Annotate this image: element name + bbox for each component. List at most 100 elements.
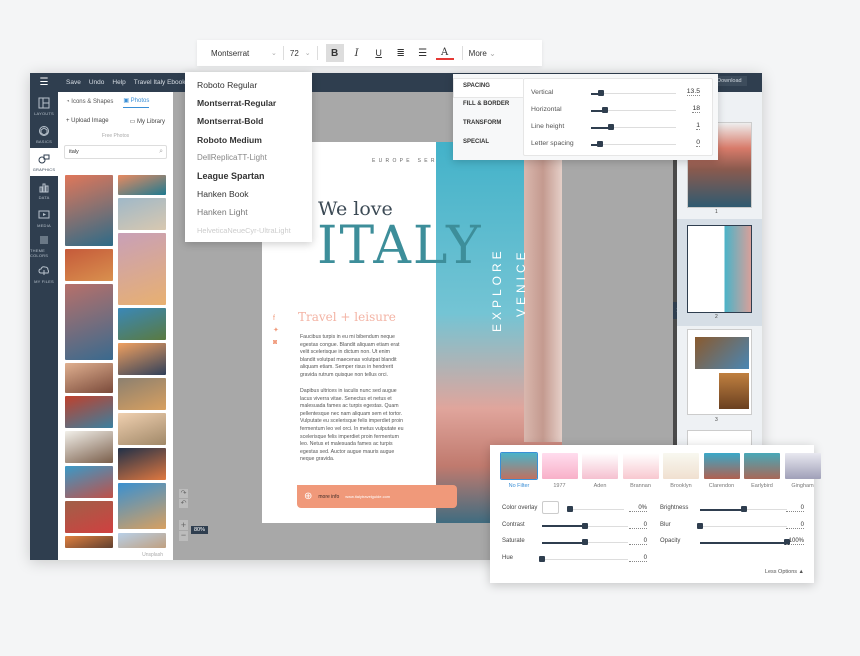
italy-title[interactable]: ITALY [317,220,482,272]
spacing-value[interactable]: 13.5 [686,88,700,96]
spacing-value[interactable]: 18 [692,105,700,113]
filter-thumbnail[interactable] [784,453,821,479]
rail-layouts[interactable]: LAYOUTS [30,92,58,120]
spacing-value[interactable]: 1 [696,122,700,130]
tab-fill-border[interactable]: FILL & BORDER [453,101,521,107]
adjustment-value[interactable]: 0 [786,505,804,512]
rail-graphics[interactable]: GRAPHICS [30,148,58,176]
photo-thumbnail[interactable] [118,533,166,548]
list-icon[interactable]: ☰ [414,44,432,62]
zoom-in-button[interactable]: + [179,520,188,530]
more-info-banner[interactable]: ⊕ more info www.italytravelguide.com [297,485,457,508]
my-library-button[interactable]: ▭ My Library [130,118,165,125]
photo-thumbnail[interactable] [65,501,113,533]
font-option[interactable]: Hanken Light [185,203,312,221]
photo-thumbnail[interactable] [118,413,166,445]
font-option[interactable]: Roboto Medium [185,131,312,149]
redo-icon[interactable]: ↷ [179,489,188,498]
bold-button[interactable]: B [325,44,344,62]
rail-my-files[interactable]: MY FILES [30,260,58,288]
upload-image-button[interactable]: + Upload Image [66,118,109,125]
slider-track[interactable] [591,144,676,145]
slider-handle[interactable] [582,522,588,529]
slider-handle[interactable] [567,506,573,512]
italic-button[interactable]: I [348,44,366,62]
photo-thumbnail[interactable] [118,448,166,480]
filter-label[interactable]: 1977 [540,483,580,489]
filter-label[interactable]: No Filter [499,483,539,489]
font-option[interactable]: Hanken Book [185,185,312,203]
photo-thumbnail[interactable] [118,483,166,529]
filter-thumbnail[interactable] [622,453,659,479]
slider-handle[interactable] [539,555,545,562]
search-icon[interactable]: ⌕ [159,148,163,156]
photo-thumbnail[interactable] [65,284,113,360]
tab-special[interactable]: SPECIAL [453,139,521,145]
align-icon[interactable]: ≣ [392,44,410,62]
spacing-value[interactable]: 0 [696,139,700,147]
photo-thumbnail[interactable] [65,536,113,548]
paragraph-1[interactable]: Faucibus turpis in eu mi bibendum neque … [300,334,405,380]
more-button[interactable]: More ⌄ [469,49,496,58]
rail-media[interactable]: MEDIA [30,204,58,232]
slider-track[interactable] [700,525,787,527]
slider-track[interactable] [570,509,624,510]
filter-label[interactable]: Clarendon [702,483,742,489]
chevron-down-icon[interactable]: ⌄ [305,49,311,57]
photo-thumbnail[interactable] [118,343,166,375]
rail-theme-colors[interactable]: THEME COLORS [30,232,58,260]
help-menu[interactable]: Help [112,79,125,86]
photo-thumbnail[interactable] [118,233,166,305]
tab-photos[interactable]: ▣ Photos [123,97,150,108]
font-option[interactable]: Montserrat-Bold [185,112,312,130]
tab-transform[interactable]: TRANSFORM [453,120,521,126]
slider-handle[interactable] [598,90,605,96]
photo-thumbnail[interactable] [65,431,113,463]
text-color-button[interactable]: A [435,46,454,60]
unsplash-credit[interactable]: Unsplash [142,552,163,558]
photo-thumbnail[interactable] [65,466,113,498]
slider-handle[interactable] [607,124,614,130]
less-options-button[interactable]: Less Options ▲ [765,569,804,575]
twitter-icon[interactable]: ✦ [273,325,279,337]
venice-text[interactable]: VENICE [514,248,528,317]
rail-data[interactable]: DATA [30,176,58,204]
save-menu[interactable]: Save [66,79,81,86]
adjustment-value[interactable]: 100% [786,538,804,545]
font-option[interactable]: HelveticaNeueCyr-UltraLight [185,222,312,240]
undo-icon[interactable]: ↶ [179,499,188,508]
slider-handle[interactable] [740,506,747,512]
slider-handle[interactable] [697,522,703,529]
facebook-icon[interactable]: f [273,313,279,325]
document-title[interactable]: Travel Italy Ebook [134,79,186,86]
font-option[interactable]: League Spartan [185,167,312,185]
adjustment-value[interactable]: 0 [786,522,804,529]
rail-basics[interactable]: BASICS [30,120,58,148]
slider-handle[interactable] [582,539,588,545]
adjustment-value[interactable]: 0 [629,522,647,529]
filter-label[interactable]: Aden [580,483,620,489]
photo-thumbnail[interactable] [118,378,166,410]
website-url[interactable]: www.italytravelguide.com [345,494,390,499]
filter-label[interactable]: Brooklyn [661,483,701,489]
photo-thumbnail[interactable] [65,396,113,428]
photo-thumbnail[interactable] [118,175,166,195]
photo-thumbnail[interactable] [65,363,113,393]
filter-thumbnail[interactable] [582,453,618,479]
adjustment-value[interactable]: 0 [629,555,647,562]
instagram-icon[interactable]: ◙ [273,337,279,349]
photo-thumbnail[interactable] [118,308,166,340]
underline-button[interactable]: U [370,44,388,62]
subtitle[interactable]: Travel + leisure [298,310,396,324]
filter-thumbnail[interactable] [663,453,699,479]
filter-thumbnail[interactable] [500,452,538,480]
font-size-select[interactable]: 72 [290,49,299,58]
hamburger-menu-icon[interactable]: ☰ [30,77,58,88]
font-option[interactable]: Montserrat-Regular [185,94,312,112]
font-family-select[interactable]: Montserrat [211,49,271,58]
page-thumb-2[interactable] [687,225,752,313]
filter-thumbnail[interactable] [541,453,578,479]
filter-thumbnail[interactable] [703,453,740,479]
explore-text[interactable]: EXPLORE [490,247,504,332]
filter-thumbnail[interactable] [744,453,780,479]
